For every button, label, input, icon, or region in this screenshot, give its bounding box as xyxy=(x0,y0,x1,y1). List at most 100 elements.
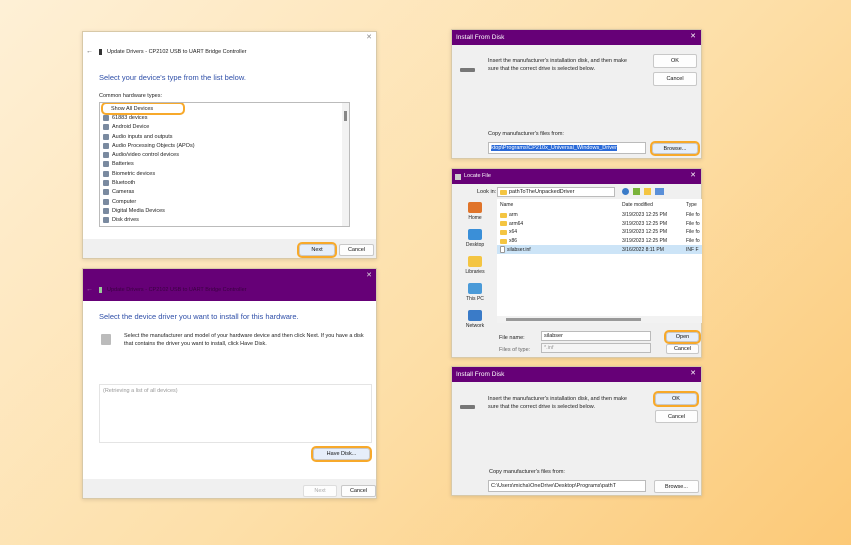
up-folder-icon[interactable] xyxy=(633,188,640,195)
dialog-title: Update Drivers - CP2102 USB to UART Brid… xyxy=(107,287,247,293)
title-bar: Install From Disk xyxy=(452,367,701,382)
file-row[interactable]: silabser.inf 3/16/2022 8:11 PM INF F xyxy=(497,245,702,254)
device-type-icon xyxy=(103,114,109,121)
file-type-label: Files of type: xyxy=(499,347,531,353)
item-label: 61883 devices xyxy=(112,114,148,121)
device-type-icon xyxy=(103,189,109,196)
message: Insert the manufacturer's installation d… xyxy=(488,396,627,410)
back-icon[interactable] xyxy=(622,188,629,195)
ok-button[interactable]: OK xyxy=(653,391,699,407)
column-date[interactable]: Date modified xyxy=(622,202,653,208)
horizontal-scrollbar[interactable] xyxy=(497,316,702,323)
file-list[interactable]: Name Date modified Type arm 3/19/2023 12:… xyxy=(497,199,702,323)
sidebar-item-desktop[interactable]: Desktop xyxy=(454,229,496,248)
hardware-help-icon xyxy=(101,334,111,345)
file-type-combobox[interactable]: *.inf xyxy=(541,343,651,353)
file-row[interactable]: arm64 3/19/2023 12:25 PM File fo xyxy=(497,220,702,229)
folder-icon xyxy=(500,229,507,235)
path-combobox[interactable]: C:\Users\micha\OneDrive\Desktop\Programs… xyxy=(488,480,646,492)
browse-button[interactable]: Browse... xyxy=(650,141,700,156)
look-in-combobox[interactable]: pathToTheUnpackedDriver xyxy=(497,187,615,197)
file-row[interactable]: x64 3/19/2023 12:25 PM File fo xyxy=(497,228,702,237)
title-bar: Install From Disk xyxy=(452,30,701,45)
close-icon[interactable]: ✕ xyxy=(366,271,372,279)
path-value: C:\Users\micha\OneDrive\Desktop\Programs… xyxy=(491,483,617,489)
hardware-type-item[interactable]: Audio inputs and outputs xyxy=(100,132,349,141)
file-name-cell: silabser.inf xyxy=(500,246,531,254)
close-icon[interactable]: ✕ xyxy=(690,369,696,377)
file-type: File fo xyxy=(686,238,700,245)
file-date: 3/19/2023 12:25 PM xyxy=(622,238,668,245)
page-heading: Select your device's type from the list … xyxy=(99,73,246,82)
sidebar-item-libraries[interactable]: Libraries xyxy=(454,256,496,275)
hardware-type-item[interactable]: Cameras xyxy=(100,188,349,197)
file-type: File fo xyxy=(686,220,700,227)
hardware-type-item[interactable]: Batteries xyxy=(100,160,349,169)
sidebar-label: Libraries xyxy=(465,269,485,275)
cancel-button[interactable]: Cancel xyxy=(339,244,374,256)
cancel-button[interactable]: Cancel xyxy=(653,72,697,86)
have-disk-button[interactable]: Have Disk... xyxy=(311,446,372,462)
column-type[interactable]: Type xyxy=(686,202,697,208)
back-arrow-icon[interactable]: ← xyxy=(86,48,93,55)
cancel-button[interactable]: Cancel xyxy=(655,410,698,423)
column-name[interactable]: Name xyxy=(500,202,513,208)
dialog-title: Locate File xyxy=(464,173,491,179)
hardware-type-item[interactable]: Biometric devices xyxy=(100,169,349,178)
file-type: INF F xyxy=(686,246,699,253)
file-row[interactable]: arm 3/19/2023 12:25 PM File fo xyxy=(497,211,702,220)
file-name-cell: arm64 xyxy=(500,221,523,227)
sidebar-item-this-pc[interactable]: This PC xyxy=(454,283,496,302)
sidebar-item-home[interactable]: Home xyxy=(454,202,496,221)
hardware-type-item[interactable]: Bluetooth xyxy=(100,178,349,187)
driver-list[interactable]: (Retrieving a list of all devices) xyxy=(99,384,372,443)
list-label: Common hardware types: xyxy=(99,93,162,99)
scrollbar[interactable] xyxy=(342,103,349,226)
ok-button[interactable]: OK xyxy=(653,54,697,68)
path-combobox[interactable]: ktop\Programs\CP210x_Universal_Windows_D… xyxy=(488,142,646,154)
close-icon[interactable]: ✕ xyxy=(690,171,696,179)
disk-drive-icon xyxy=(460,68,475,72)
view-menu-icon[interactable] xyxy=(655,188,664,195)
hardware-type-item[interactable]: 61883 devices xyxy=(100,113,349,122)
back-arrow-icon[interactable]: ← xyxy=(86,286,93,293)
hardware-type-item[interactable]: Android Device xyxy=(100,123,349,132)
hardware-type-item[interactable]: Computer xyxy=(100,197,349,206)
next-button[interactable]: Next xyxy=(297,242,337,258)
file-name-input[interactable]: silabser xyxy=(541,331,651,341)
open-button[interactable]: Open xyxy=(664,330,701,344)
item-label: Disk drives xyxy=(112,217,139,224)
title-bar xyxy=(83,269,376,301)
device-type-icon xyxy=(103,217,109,224)
hardware-type-item[interactable]: Digital Media Devices xyxy=(100,206,349,215)
sidebar-item-network[interactable]: Network xyxy=(454,310,496,329)
folder-icon xyxy=(500,238,507,244)
device-type-icon xyxy=(103,142,109,149)
hardware-type-item[interactable]: Show All Devices xyxy=(101,103,185,116)
cancel-button[interactable]: Cancel xyxy=(666,344,699,354)
file-date: 3/19/2023 12:25 PM xyxy=(622,220,668,227)
hardware-type-list[interactable]: Show All Devices 61883 devices Android Dev… xyxy=(99,102,350,227)
item-label: Show All Devices xyxy=(111,105,154,112)
libraries-icon xyxy=(468,256,482,267)
browse-button[interactable]: Browse... xyxy=(654,480,699,493)
next-button[interactable]: Next xyxy=(303,485,337,497)
file-row[interactable]: x86 3/19/2023 12:25 PM File fo xyxy=(497,237,702,246)
device-type-icon xyxy=(103,152,109,159)
item-label: Android Device xyxy=(112,124,150,131)
hardware-type-item[interactable]: Disk drives xyxy=(100,216,349,225)
file-date: 3/16/2022 8:11 PM xyxy=(622,246,664,253)
hardware-type-item[interactable]: Audio/video control devices xyxy=(100,150,349,159)
new-folder-icon[interactable] xyxy=(644,188,651,195)
file-name-value: silabser xyxy=(544,333,563,339)
install-from-disk-dialog-2: Install From Disk ✕ Insert the manufactu… xyxy=(451,366,702,496)
device-icon xyxy=(99,287,102,293)
file-name-cell: x64 xyxy=(500,229,517,235)
hardware-type-item[interactable]: Audio Processing Objects (APOs) xyxy=(100,141,349,150)
item-label: Audio inputs and outputs xyxy=(112,133,173,140)
cancel-button[interactable]: Cancel xyxy=(341,485,376,497)
message: Insert the manufacturer's installation d… xyxy=(488,58,627,72)
close-icon[interactable]: ✕ xyxy=(366,33,372,41)
network-icon xyxy=(468,310,482,321)
close-icon[interactable]: ✕ xyxy=(690,32,696,40)
